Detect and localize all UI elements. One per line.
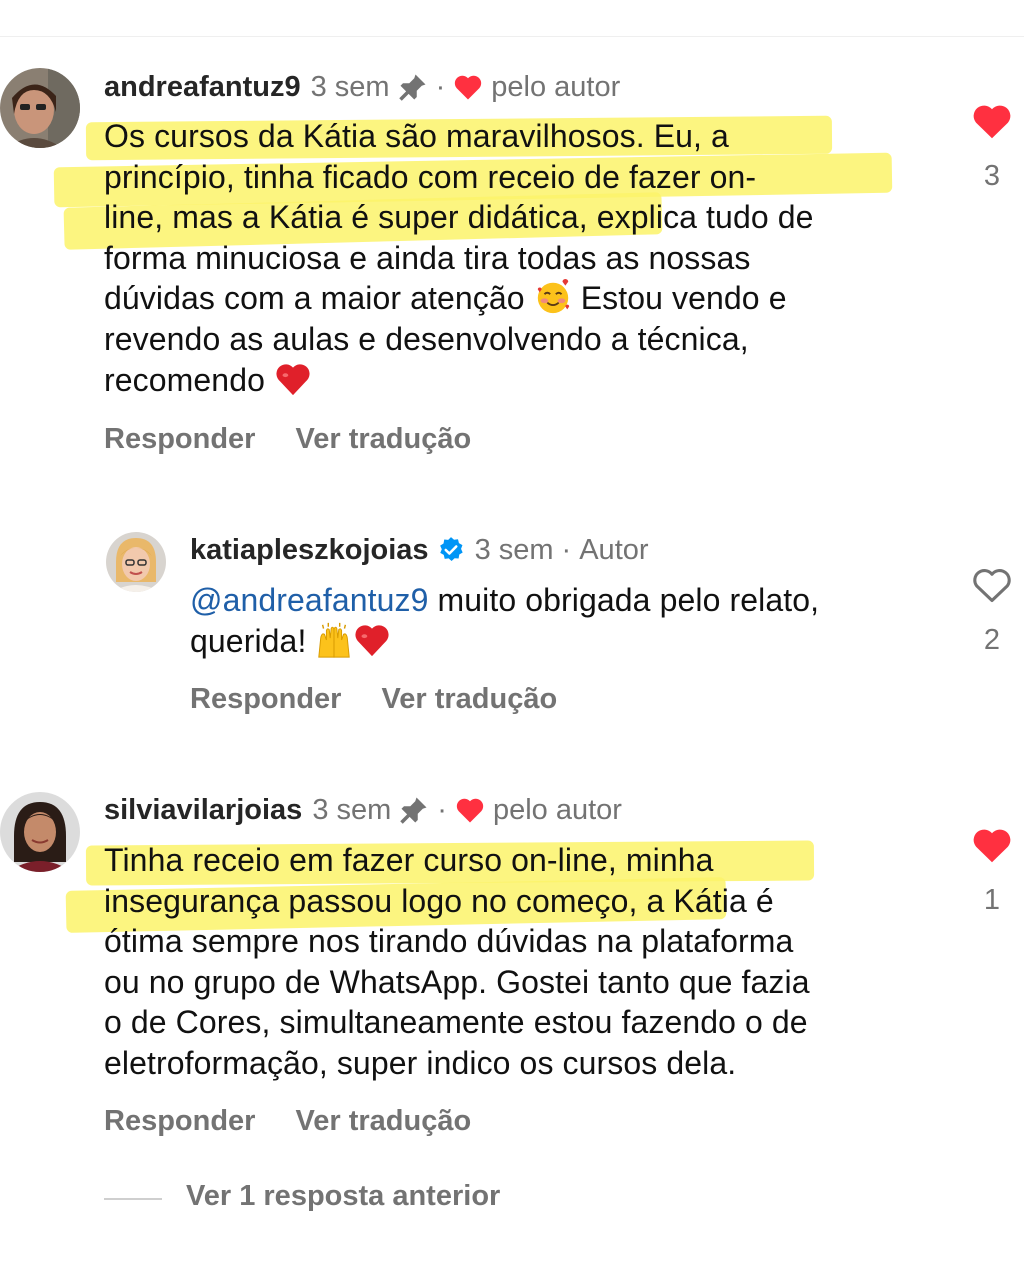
- comment-actions: Responder Ver tradução: [104, 1105, 511, 1138]
- timestamp: 3 sem: [310, 71, 390, 103]
- red-heart-emoji: [276, 363, 310, 395]
- comment-text: Tinha receio em fazer curso on-line, min…: [104, 842, 810, 1081]
- username[interactable]: silviavilarjoias: [104, 793, 302, 827]
- translate-button[interactable]: Ver tradução: [295, 423, 471, 455]
- smiling-face-with-hearts-emoji: [537, 279, 569, 314]
- liked-by-author: pelo autor: [492, 794, 622, 826]
- heart-icon: [455, 75, 482, 100]
- comment-actions: Responder Ver tradução: [104, 423, 511, 456]
- comment-actions: Responder Ver tradução: [190, 683, 597, 716]
- pin-icon: [398, 74, 426, 101]
- avatar[interactable]: [0, 792, 80, 872]
- avatar[interactable]: [106, 532, 166, 592]
- reply-button[interactable]: Responder: [104, 1105, 255, 1137]
- heart-icon[interactable]: [971, 102, 1013, 140]
- like-count: 2: [983, 624, 1001, 656]
- like-control: 1: [962, 826, 1022, 917]
- mention-link[interactable]: @andreafantuz9: [190, 582, 429, 618]
- reply-button[interactable]: Responder: [104, 423, 255, 455]
- translate-button[interactable]: Ver tradução: [381, 683, 557, 715]
- comment-meta: silviavilarjoias 3 sem · pelo autor: [104, 793, 622, 827]
- heart-icon[interactable]: [971, 826, 1013, 864]
- heart-icon: [456, 798, 484, 823]
- username[interactable]: andreafantuz9: [104, 70, 301, 104]
- comment-meta: katiapleszkojoias 3 sem · Autor: [190, 533, 649, 567]
- thread-line: [104, 1198, 162, 1200]
- liked-by-author: pelo autor: [491, 71, 621, 103]
- view-more-replies-button[interactable]: Ver 1 resposta anterior: [186, 1180, 500, 1213]
- timestamp: 3 sem: [312, 794, 392, 826]
- comment-text: @andreafantuz9 muito obrigada pelo relat…: [190, 582, 820, 659]
- avatar[interactable]: [0, 68, 80, 148]
- pin-icon: [400, 797, 427, 824]
- username[interactable]: katiapleszkojoias: [190, 533, 429, 567]
- like-count: 3: [983, 160, 1001, 192]
- heart-outline-icon[interactable]: [971, 566, 1013, 604]
- separator-dot: ·: [437, 794, 447, 826]
- separator-dot: ·: [561, 534, 572, 566]
- comment-meta: andreafantuz9 3 sem · pelo autor: [104, 70, 620, 104]
- like-control: 3: [962, 102, 1022, 193]
- raising-hands-emoji: [318, 622, 351, 658]
- reply-button[interactable]: Responder: [190, 683, 341, 715]
- like-control: 2: [962, 566, 1022, 657]
- red-heart-emoji: [355, 624, 390, 656]
- timestamp: 3 sem: [474, 534, 554, 566]
- separator-dot: ·: [435, 71, 446, 103]
- like-count: 1: [983, 884, 1001, 916]
- author-tag: Autor: [579, 534, 649, 566]
- top-divider: [0, 36, 1024, 37]
- translate-button[interactable]: Ver tradução: [295, 1105, 471, 1137]
- comment-text: Os cursos da Kátia são maravilhosos. Eu,…: [104, 118, 814, 398]
- verified-badge-icon: [439, 537, 463, 561]
